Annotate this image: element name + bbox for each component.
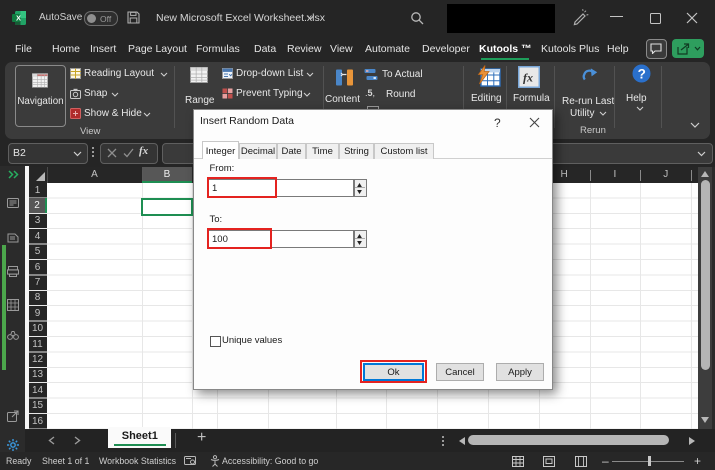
svg-text:fx: fx [523,71,533,85]
svg-text:X: X [16,14,21,23]
svg-text:?: ? [638,67,646,82]
